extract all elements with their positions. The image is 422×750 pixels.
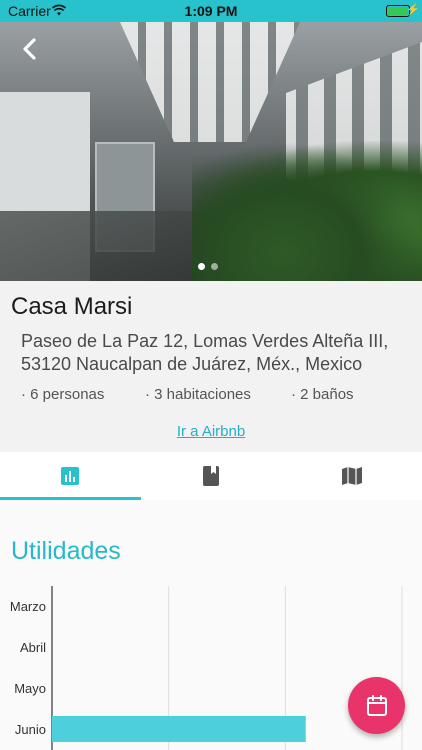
photo-plants (192, 141, 422, 281)
chart-category-label: Mayo (14, 681, 46, 696)
property-title: Casa Marsi (11, 293, 133, 320)
section-title: Utilidades (11, 537, 121, 565)
property-info: Casa Marsi Paseo de La Paz 12, Lomas Ver… (0, 281, 422, 452)
chevron-left-icon (23, 38, 36, 60)
property-address: Paseo de La Paz 12, Lomas Verdes Alteña … (21, 331, 389, 374)
bar-chart-icon (61, 467, 80, 485)
tab-map[interactable] (281, 452, 422, 500)
status-bar: Carrier 1:09 PM ⚡ (0, 0, 422, 22)
gallery-dot[interactable] (198, 263, 205, 270)
feature-baths: · 2 baños (291, 386, 354, 403)
property-photo[interactable] (0, 22, 422, 281)
charging-icon: ⚡ (406, 4, 420, 16)
property-features: · 6 personas · 3 habitaciones · 2 baños (21, 386, 411, 403)
tab-info[interactable] (141, 452, 282, 500)
chart-category-label: Abril (20, 640, 46, 655)
chart-category-label: Marzo (10, 599, 46, 614)
gallery-dot[interactable] (211, 263, 218, 270)
tab-stats[interactable] (0, 452, 141, 500)
chart-category-label: Junio (15, 722, 46, 737)
calendar-icon (366, 694, 387, 716)
feature-rooms: · 3 habitaciones (145, 386, 251, 403)
back-button[interactable] (12, 32, 46, 66)
airbnb-link[interactable]: Ir a Airbnb (0, 423, 422, 440)
calendar-button[interactable] (348, 677, 405, 734)
photo-ceiling (120, 22, 300, 142)
tab-bar (0, 452, 422, 500)
clock: 1:09 PM (184, 3, 238, 19)
feature-guests: · 6 personas (21, 386, 105, 403)
map-icon (341, 467, 362, 485)
gallery-page-indicator[interactable] (198, 263, 218, 270)
chart-bar (52, 716, 306, 742)
book-icon (203, 466, 219, 486)
